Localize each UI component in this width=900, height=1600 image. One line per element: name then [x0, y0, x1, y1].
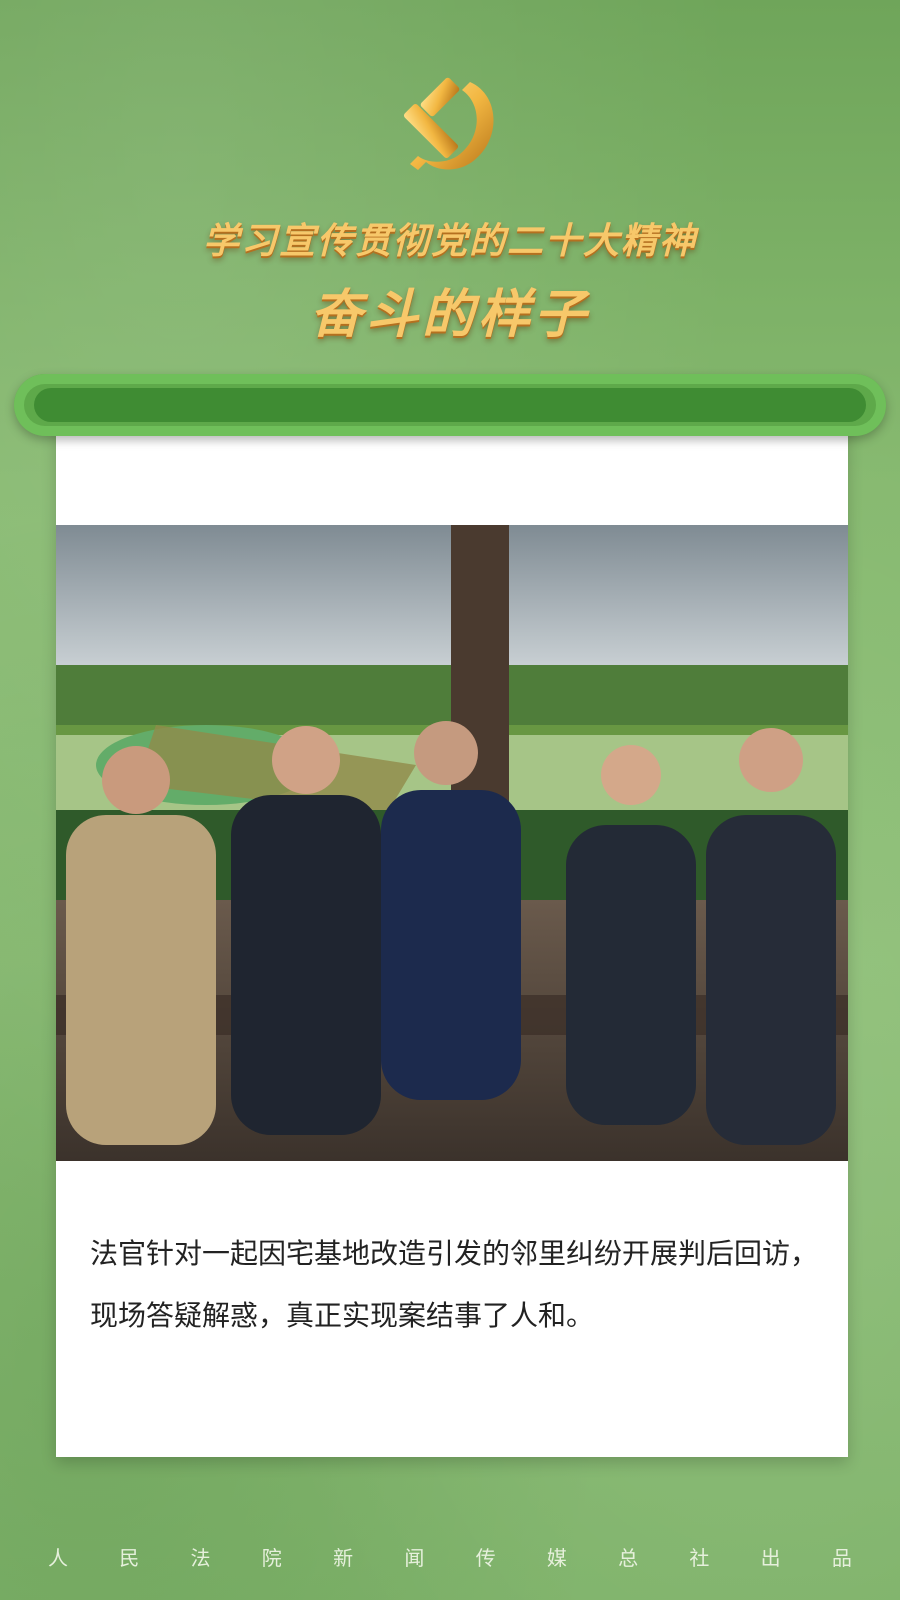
footer-char: 新	[333, 1546, 354, 1570]
photo-caption: 法官针对一起因宅基地改造引发的邻里纠纷开展判后回访，现场答疑解惑，真正实现案结事…	[90, 1237, 819, 1332]
footer-char: 媒	[546, 1546, 567, 1570]
footer-char: 院	[261, 1546, 282, 1570]
footer-char: 民	[119, 1546, 140, 1570]
footer-char: 传	[475, 1546, 496, 1570]
footer-char: 社	[689, 1546, 710, 1570]
footer-char: 总	[618, 1546, 639, 1570]
footer-char: 闻	[404, 1546, 425, 1570]
headline-title: 奋斗的样子	[309, 285, 590, 345]
footer-char: 人	[48, 1546, 68, 1570]
scroll-rod	[14, 374, 886, 436]
footer-credit: 人 民 法 院 新 闻 传 媒 总 社 出 品	[48, 1542, 852, 1571]
hammer-sickle-icon	[400, 70, 510, 180]
footer-char: 品	[831, 1546, 852, 1570]
headline-campaign: 学习宣传贯彻党的二十大精神	[202, 221, 697, 262]
footer-char: 法	[190, 1546, 211, 1570]
scroll-card: 法官针对一起因宅基地改造引发的邻里纠纷开展判后回访，现场答疑解惑，真正实现案结事…	[56, 411, 848, 1457]
footer-char: 出	[760, 1546, 781, 1570]
outdoor-pavilion-photo	[56, 525, 848, 1161]
